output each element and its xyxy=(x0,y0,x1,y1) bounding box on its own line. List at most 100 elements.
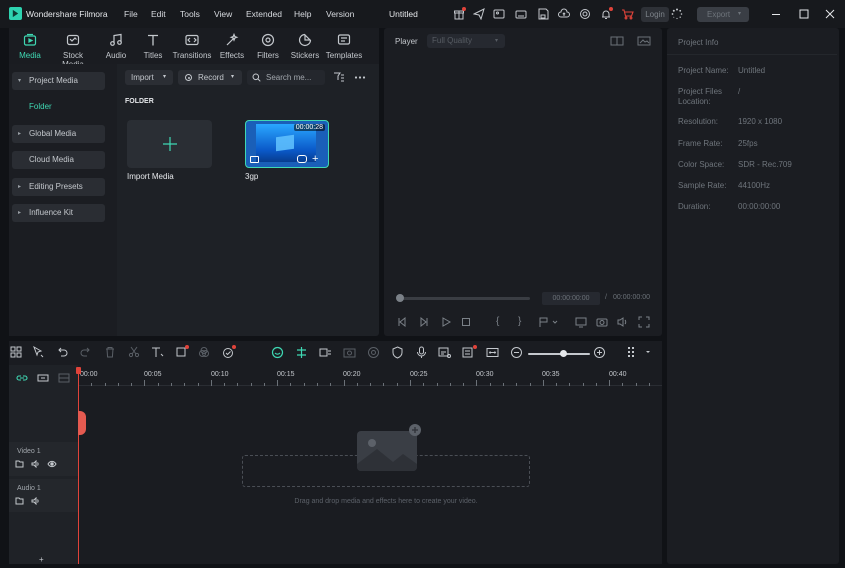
split-scissors-icon[interactable] xyxy=(128,346,144,362)
menu-help[interactable]: Help xyxy=(294,9,311,19)
snapshot-view-icon[interactable] xyxy=(637,36,651,46)
tab-templates[interactable]: Templates xyxy=(322,32,366,62)
playhead-handle[interactable] xyxy=(76,367,81,374)
search-input[interactable]: Search me... xyxy=(266,70,311,85)
mark-out-icon[interactable]: } xyxy=(518,316,532,330)
zoom-out-icon[interactable] xyxy=(510,346,526,362)
quality-dropdown[interactable]: Full Quality ▾ xyxy=(427,34,505,48)
subtitle-icon[interactable] xyxy=(438,346,454,362)
shield-mask-icon[interactable] xyxy=(391,346,407,362)
zoom-slider-track[interactable] xyxy=(528,353,590,355)
sidebar-item-global-media[interactable]: ▸ Global Media xyxy=(12,125,105,143)
play-backward-icon[interactable] xyxy=(418,316,432,330)
redo-icon[interactable] xyxy=(80,346,96,362)
login-button[interactable]: Login xyxy=(641,7,669,22)
marker-dropdown-icon[interactable] xyxy=(538,316,562,330)
sidebar-item-influence-kit[interactable]: ▸ Influence Kit xyxy=(12,204,105,222)
close-button[interactable] xyxy=(824,8,836,20)
link-icon[interactable] xyxy=(16,373,28,383)
filter-sort-icon[interactable] xyxy=(333,72,345,83)
playhead-scroll-tab[interactable] xyxy=(78,411,86,435)
notification-icon[interactable] xyxy=(600,7,613,20)
record-dropdown[interactable]: Record ▾ xyxy=(178,70,242,85)
eye-icon[interactable] xyxy=(47,460,57,468)
layout-grid-icon[interactable] xyxy=(10,346,26,362)
sidebar-item-folder[interactable]: Folder xyxy=(12,98,105,116)
motion-tracking-icon[interactable] xyxy=(367,346,383,362)
minimize-button[interactable] xyxy=(770,8,782,20)
track-manager-icon[interactable] xyxy=(58,373,70,383)
mute-icon[interactable] xyxy=(31,460,40,468)
cloud-upload-icon[interactable] xyxy=(558,8,570,20)
gift-icon[interactable] xyxy=(453,7,466,20)
ai-tools-icon[interactable] xyxy=(222,345,238,362)
auto-ripple-icon[interactable] xyxy=(319,346,335,362)
import-dropdown[interactable]: Import ▾ xyxy=(125,70,173,85)
add-to-timeline-icon[interactable]: + xyxy=(312,154,318,165)
auto-highlight-icon[interactable] xyxy=(271,346,287,362)
menu-edit[interactable]: Edit xyxy=(151,9,166,19)
menu-file[interactable]: File xyxy=(124,9,138,19)
volume-icon[interactable] xyxy=(617,316,631,330)
text-tool-icon[interactable] xyxy=(151,346,167,362)
crop-icon[interactable] xyxy=(175,345,191,362)
select-pointer-icon[interactable] xyxy=(32,346,48,362)
zoom-slider-handle[interactable] xyxy=(560,350,567,357)
fullscreen-icon[interactable] xyxy=(638,316,652,330)
import-media-tile[interactable] xyxy=(127,120,212,168)
snapping-icon[interactable] xyxy=(295,346,311,362)
play-icon[interactable] xyxy=(440,316,454,330)
progress-handle[interactable] xyxy=(396,294,404,302)
support-icon[interactable] xyxy=(579,8,591,20)
tab-stock-media[interactable]: Stock Media xyxy=(51,32,95,69)
media-clip-thumbnail[interactable]: 00:00:28 + xyxy=(245,120,329,168)
track-settings-icon[interactable] xyxy=(626,346,654,362)
save-icon[interactable] xyxy=(537,8,549,20)
send-icon[interactable] xyxy=(473,8,485,20)
sidebar-item-editing-presets[interactable]: ▸ Editing Presets xyxy=(12,178,105,196)
tab-media[interactable]: Media xyxy=(8,32,52,62)
mark-in-icon[interactable]: { xyxy=(496,316,510,330)
tab-transitions[interactable]: Transitions xyxy=(170,32,214,62)
stop-icon[interactable] xyxy=(460,316,474,330)
maximize-button[interactable] xyxy=(798,8,810,20)
fit-timeline-icon[interactable] xyxy=(486,346,502,362)
undo-icon[interactable] xyxy=(56,346,72,362)
sidebar-item-project-media[interactable]: ▾ Project Media xyxy=(12,72,105,90)
mute-icon[interactable] xyxy=(31,497,40,505)
render-preview-icon[interactable] xyxy=(343,346,359,362)
project-info-panel xyxy=(667,28,839,564)
add-track-icon[interactable] xyxy=(37,373,49,383)
menu-tools[interactable]: Tools xyxy=(180,9,200,19)
folder-icon[interactable] xyxy=(15,460,24,468)
tab-titles[interactable]: Titles xyxy=(131,32,175,62)
search-box[interactable]: Search me... xyxy=(247,70,325,85)
camera-snapshot-icon[interactable] xyxy=(596,316,610,330)
sidebar-item-cloud-media[interactable]: Cloud Media xyxy=(12,151,105,169)
voiceover-mic-icon[interactable] xyxy=(415,346,431,362)
add-track-button[interactable]: + xyxy=(39,555,44,564)
export-button[interactable]: Export ▾ xyxy=(697,7,749,22)
color-match-icon[interactable] xyxy=(198,346,214,362)
titles-icon xyxy=(146,33,160,47)
keyboard-icon[interactable] xyxy=(515,8,527,20)
display-monitor-icon[interactable] xyxy=(575,316,589,330)
progress-track[interactable] xyxy=(399,297,530,300)
audio-mix-icon[interactable] xyxy=(462,345,478,362)
delete-icon[interactable] xyxy=(104,346,120,362)
compare-view-icon[interactable] xyxy=(610,36,624,46)
tab-stickers[interactable]: Stickers xyxy=(283,32,327,62)
media-library-icon[interactable] xyxy=(493,8,505,20)
menu-extended[interactable]: Extended xyxy=(246,9,282,19)
cart-icon[interactable] xyxy=(621,8,634,20)
clip-preview-icon[interactable] xyxy=(297,155,307,163)
ruler-tick xyxy=(502,383,504,386)
folder-icon[interactable] xyxy=(15,497,24,505)
playhead-line[interactable] xyxy=(78,368,79,564)
more-options-icon[interactable] xyxy=(354,72,366,83)
zoom-in-icon[interactable] xyxy=(593,346,609,362)
menu-version[interactable]: Version xyxy=(326,9,354,19)
menu-view[interactable]: View xyxy=(214,9,232,19)
previous-frame-icon[interactable] xyxy=(396,316,410,330)
current-time[interactable]: 00:00:00:00 xyxy=(542,292,600,305)
